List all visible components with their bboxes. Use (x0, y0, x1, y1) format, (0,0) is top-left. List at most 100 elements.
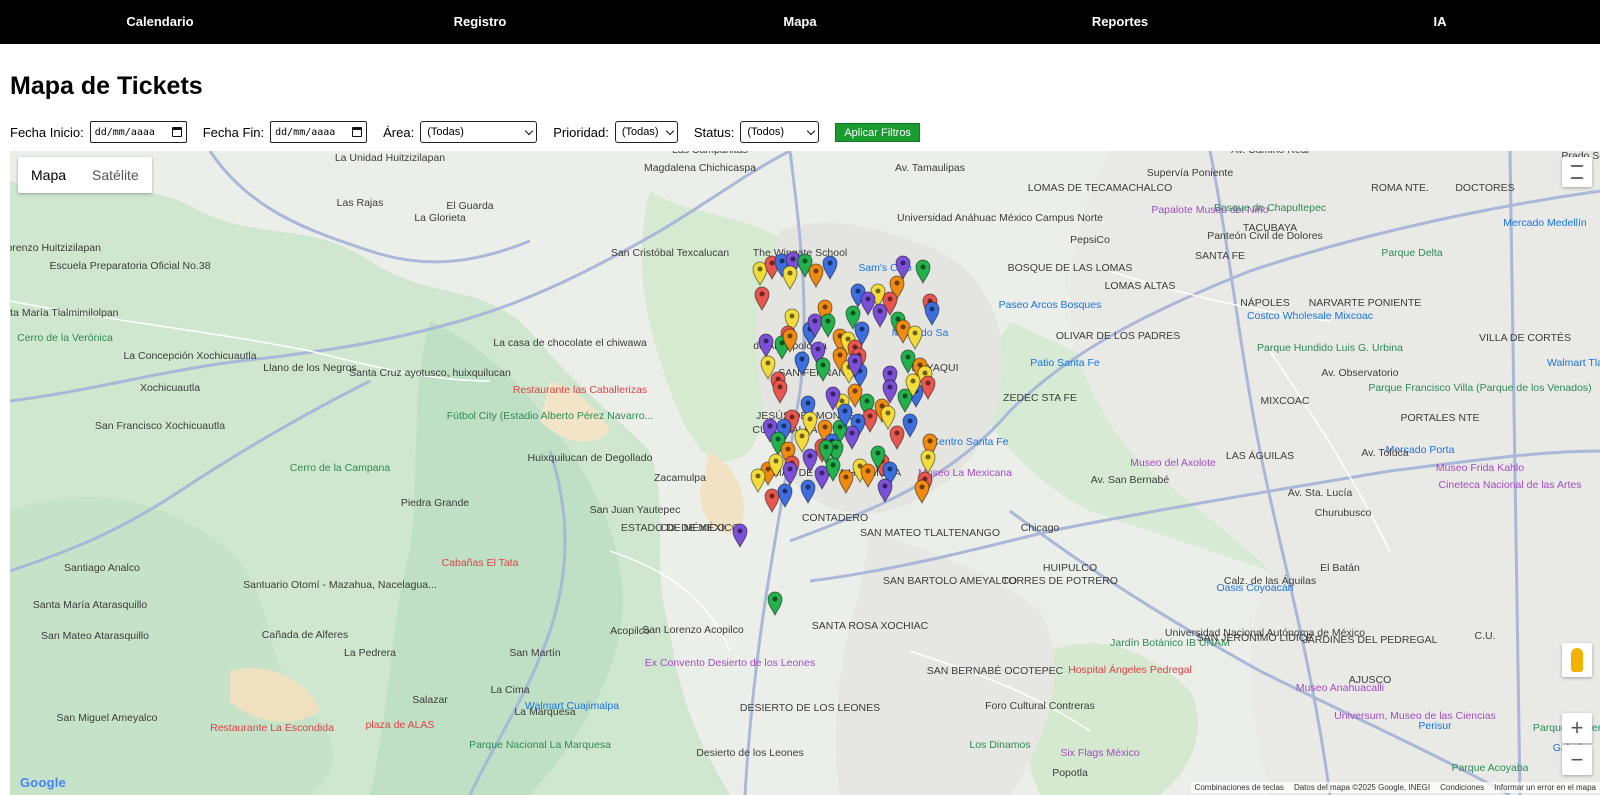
map-label: Las Campanitas (672, 151, 748, 156)
keyboard-shortcuts-link[interactable]: Combinaciones de teclas (1195, 783, 1284, 792)
map-label: Restaurante La Escondida (210, 722, 334, 734)
map-label: San Francisco Xochicuautla (95, 420, 225, 432)
map-label: SANTA FE (1195, 250, 1245, 262)
map-label: Santiago Analco (64, 562, 140, 574)
map-label: TORRES DE POTRERO (1002, 575, 1118, 587)
map-label: Parque Delta (1381, 247, 1442, 259)
map-label: Ex Convento Desierto de los Leones (645, 657, 815, 669)
map-label: ZEDEC STA FE (1003, 392, 1077, 404)
map-label: Av. Sta. Lucía (1288, 487, 1353, 499)
map-label: San Juan Yautepec (590, 504, 681, 516)
map-label: C.U. (1475, 630, 1496, 642)
map-label: Xochicuautla (140, 382, 200, 394)
map-label: Bosque de Chapultepec (1214, 202, 1326, 214)
map-label: Costco Wholesale Mixcoac (1247, 310, 1373, 322)
tickets-map[interactable]: La Unidad Huitzizilapan Las Rajas La Glori… (10, 151, 1600, 795)
map-label: CONTADERO (802, 512, 868, 524)
map-label: NÁPOLES (1240, 296, 1290, 309)
map-label: Piedra Grande (401, 497, 469, 509)
map-label: Santuario Otomí - Mazahua, Nacelagua... (243, 579, 437, 591)
map-label: Santa María Atarasquillo (33, 599, 148, 611)
apply-filters-button[interactable]: Aplicar Filtros (835, 122, 920, 142)
map-label: San Mateo Atarasquillo (41, 630, 149, 642)
map-label: Parque Francisco Villa (Parque de los Ve… (1368, 382, 1591, 394)
start-date-value: dd/mm/aaaa (94, 126, 155, 138)
map-label: La Pedrera (344, 647, 396, 659)
nav-registro[interactable]: Registro (320, 0, 640, 44)
priority-label: Prioridad: (553, 124, 609, 140)
map-label: La Glorieta (414, 212, 466, 224)
map-label: PepsiCo (1070, 234, 1110, 246)
end-date-input[interactable]: dd/mm/aaaa (270, 121, 368, 143)
map-label: Hospital Ángeles Pedregal (1068, 663, 1192, 676)
zoom-in-button[interactable]: + (1562, 713, 1592, 743)
map-label: San Cristóbal Texcalucan (611, 247, 729, 259)
top-navigation: Calendario Registro Mapa Reportes IA (0, 0, 1600, 44)
map-label: OLIVAR DE LOS PADRES (1056, 330, 1180, 342)
map-label: Las Rajas (337, 197, 384, 209)
street-view-pegman[interactable] (1562, 643, 1592, 677)
map-label: La Concepción Xochicuautla (123, 350, 256, 362)
nav-ia[interactable]: IA (1280, 0, 1600, 44)
map-label: SAN BERNABÉ OCOTEPEC (927, 664, 1064, 677)
map-label: Paseo Arcos Bosques (999, 299, 1102, 311)
map-label: Six Flags México (1060, 747, 1140, 759)
calendar-icon[interactable] (171, 127, 182, 137)
map-label: Cabañas El Tata (442, 557, 519, 569)
calendar-icon[interactable] (352, 127, 363, 137)
map-label: Walmart Tla (1547, 357, 1600, 369)
map-label: El Batán (1320, 562, 1360, 574)
chevron-down-icon (807, 126, 816, 135)
map-label: Zacamulpa (654, 472, 706, 484)
fullscreen-button[interactable] (1562, 157, 1592, 187)
map-label: ROMA NTE. (1371, 182, 1429, 194)
status-select-value: (Todos) (747, 126, 784, 138)
map-label: Cañada de Alferes (262, 629, 348, 641)
start-date-input[interactable]: dd/mm/aaaa (89, 121, 187, 143)
map-label: Popotla (1052, 767, 1088, 779)
map-label: NARVARTE PONIENTE (1309, 297, 1422, 309)
map-label: Panteón Civil de Dolores (1207, 230, 1323, 242)
terms-link[interactable]: Condiciones (1440, 783, 1484, 792)
area-select[interactable]: (Todas) (420, 121, 538, 143)
map-label: Museo Anahuacalli (1296, 682, 1384, 694)
map-label: San Lorenzo Huitzizilapan (10, 242, 101, 254)
map-attribution: Combinaciones de teclas Datos del mapa ©… (1190, 782, 1600, 793)
map-label: Chicago (1021, 522, 1060, 534)
map-label: Parque Acoyaba (1451, 762, 1528, 774)
status-select[interactable]: (Todos) (740, 121, 820, 143)
map-label: Parque Hundido Luis G. Urbina (1257, 342, 1403, 354)
end-date-label: Fecha Fin: (202, 124, 265, 140)
map-label: Museo Frida Kahlo (1436, 462, 1524, 474)
map-label: Cerro de la Campana (290, 462, 391, 474)
fullscreen-icon (1570, 165, 1584, 179)
map-label: SAN MATEO TLALTENANGO (860, 527, 1000, 539)
map-label: Universidad Anáhuac México Campus Norte (897, 212, 1103, 224)
map-label: DOCTORES (1455, 182, 1514, 194)
map-label: Magdalena Chichicaspa (644, 162, 756, 174)
zoom-out-button[interactable]: − (1562, 745, 1592, 775)
map-canvas[interactable]: La Unidad Huitzizilapan Las Rajas La Glori… (10, 151, 1600, 795)
nav-calendario[interactable]: Calendario (0, 0, 320, 44)
priority-select[interactable]: (Todas) (614, 121, 678, 143)
map-type-map-button[interactable]: Mapa (18, 157, 79, 193)
map-label: Cerro de la Verónica (17, 332, 113, 344)
nav-mapa[interactable]: Mapa (640, 0, 960, 44)
map-label: Santa Cruz ayotusco, huixquilucan (349, 367, 511, 379)
map-label: Cineteca Nacional de las Artes (1439, 479, 1582, 491)
map-label: Salazar (412, 694, 448, 706)
minus-icon: − (1570, 747, 1584, 772)
map-label: Llano de los Negros (263, 362, 356, 374)
map-label: Los Dinamos (969, 739, 1030, 751)
map-label: Fútbol City (Estadio Alberto Pérez Navar… (447, 410, 654, 422)
map-type-satellite-button[interactable]: Satélite (79, 157, 152, 193)
map-label: La Cima (490, 684, 529, 696)
area-select-value: (Todas) (427, 126, 464, 138)
map-label: Museo del Axolote (1130, 457, 1216, 469)
map-label: LOMAS DE TECAMACHALCO (1028, 182, 1173, 194)
map-label: LAS ÁGUILAS (1226, 449, 1294, 462)
map-label: Av. Observatorio (1321, 367, 1398, 379)
nav-reportes[interactable]: Reportes (960, 0, 1280, 44)
chevron-down-icon (524, 126, 534, 135)
report-error-link[interactable]: Informar un error en el mapa (1494, 783, 1596, 792)
